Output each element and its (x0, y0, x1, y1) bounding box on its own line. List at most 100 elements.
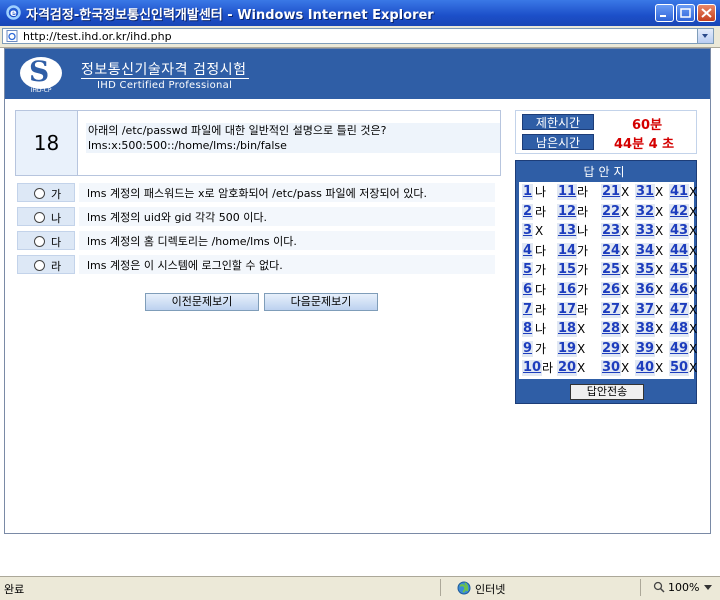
zoom-icon[interactable] (653, 581, 665, 593)
answer-cell[interactable]: 41 X (668, 183, 710, 202)
option-label[interactable]: 라 (17, 255, 75, 274)
answer-mark: 나 (577, 224, 589, 239)
option-row[interactable]: 다 lms 계정의 홈 디렉토리는 /home/lms 이다. (17, 231, 495, 250)
address-field[interactable]: http://test.ihd.or.kr/ihd.php (2, 28, 714, 44)
answer-question-link[interactable]: 1 (522, 184, 534, 200)
answer-question-link[interactable]: 6 (522, 282, 534, 298)
answer-cell[interactable]: 17 라 (556, 301, 598, 320)
answer-cell[interactable]: 14 가 (556, 242, 598, 261)
prev-question-button[interactable]: 이전문제보기 (145, 293, 259, 311)
maximize-button[interactable] (676, 4, 695, 22)
answer-question-link[interactable]: 38 (635, 321, 656, 338)
radio-button[interactable] (34, 188, 45, 199)
answer-question-link[interactable]: 33 (635, 223, 656, 240)
answer-question-link[interactable]: 47 (669, 301, 690, 318)
answer-cell[interactable]: 15 가 (556, 261, 598, 280)
answer-question-link[interactable]: 41 (669, 184, 690, 200)
answer-question-link[interactable]: 36 (635, 282, 656, 298)
answer-question-link[interactable]: 13 (557, 223, 578, 240)
answer-question-link[interactable]: 2 (522, 203, 534, 220)
url-text[interactable]: http://test.ihd.or.kr/ihd.php (23, 30, 172, 43)
zoom-level[interactable]: 100% (668, 581, 699, 594)
option-row[interactable]: 라 lms 계정은 이 시스템에 로그인할 수 없다. (17, 255, 495, 274)
answer-question-link[interactable]: 29 (601, 340, 622, 357)
answer-cell[interactable]: 19 X (556, 340, 598, 359)
answer-question-link[interactable]: 30 (601, 360, 622, 377)
answer-question-link[interactable]: 39 (635, 340, 656, 357)
answer-question-link[interactable]: 49 (669, 340, 690, 357)
answer-question-link[interactable]: 16 (557, 282, 578, 298)
answer-question-link[interactable]: 26 (601, 282, 622, 298)
answer-mark: X (689, 263, 698, 278)
option-label[interactable]: 나 (17, 207, 75, 226)
answer-question-link[interactable]: 17 (557, 301, 578, 318)
radio-button[interactable] (34, 260, 45, 271)
chevron-down-icon[interactable] (704, 585, 712, 591)
answer-question-link[interactable]: 11 (557, 184, 578, 200)
submit-answers-button[interactable]: 답안전송 (570, 384, 644, 400)
answer-question-link[interactable]: 4 (522, 242, 534, 259)
answer-question-link[interactable]: 24 (601, 242, 622, 259)
answer-question-link[interactable]: 43 (669, 223, 690, 240)
answer-question-link[interactable]: 18 (557, 321, 578, 338)
answer-cell[interactable]: 13 나 (556, 222, 598, 241)
answer-cell[interactable]: 50 X (668, 359, 710, 378)
answer-question-link[interactable]: 7 (522, 301, 534, 318)
radio-button[interactable] (34, 212, 45, 223)
minimize-button[interactable] (655, 4, 674, 22)
answer-question-link[interactable]: 19 (557, 340, 578, 357)
answer-cell[interactable]: 20 X (556, 359, 598, 378)
answer-cell[interactable]: 48 X (668, 320, 710, 339)
answer-cell[interactable]: 49 X (668, 340, 710, 359)
answer-question-link[interactable]: 34 (635, 242, 656, 259)
answer-question-link[interactable]: 14 (557, 242, 578, 259)
next-question-button[interactable]: 다음문제보기 (264, 293, 378, 311)
answer-question-link[interactable]: 31 (635, 184, 656, 200)
answer-cell[interactable]: 45 X (668, 261, 710, 280)
answer-question-link[interactable]: 25 (601, 262, 622, 279)
answer-question-link[interactable]: 3 (522, 223, 534, 240)
answer-question-link[interactable]: 10 (522, 360, 543, 377)
option-row[interactable]: 가 lms 계정의 패스워드는 x로 암호화되어 /etc/pass 파일에 저… (17, 183, 495, 202)
answer-cell[interactable]: 42 X (668, 203, 710, 222)
answer-question-link[interactable]: 15 (557, 262, 578, 279)
answer-question-link[interactable]: 45 (669, 262, 690, 279)
answer-question-link[interactable]: 40 (635, 360, 656, 377)
answer-question-link[interactable]: 20 (557, 360, 578, 377)
radio-button[interactable] (34, 236, 45, 247)
answer-question-link[interactable]: 37 (635, 301, 656, 318)
answer-cell[interactable]: 46 X (668, 281, 710, 300)
address-dropdown-button[interactable] (697, 29, 713, 43)
option-label[interactable]: 다 (17, 231, 75, 250)
answer-cell[interactable]: 44 X (668, 242, 710, 261)
answer-question-link[interactable]: 44 (669, 242, 690, 259)
answer-question-link[interactable]: 22 (601, 203, 622, 220)
answer-cell[interactable]: 16 가 (556, 281, 598, 300)
answer-cell[interactable]: 12 라 (556, 203, 598, 222)
answer-question-link[interactable]: 27 (601, 301, 622, 318)
answer-question-link[interactable]: 12 (557, 203, 578, 220)
answer-mark: X (689, 224, 698, 239)
answer-question-link[interactable]: 32 (635, 203, 656, 220)
answer-question-link[interactable]: 28 (601, 321, 622, 338)
answer-question-link[interactable]: 48 (669, 321, 690, 338)
answer-mark: 가 (577, 263, 589, 278)
window-title-bar[interactable]: e 자격검정-한국정보통신인력개발센터 - Windows Internet E… (0, 0, 720, 26)
answer-question-link[interactable]: 46 (669, 282, 690, 298)
answer-cell[interactable]: 11 라 (556, 183, 598, 202)
answer-question-link[interactable]: 50 (669, 360, 690, 377)
answer-question-link[interactable]: 9 (522, 340, 534, 357)
answer-question-link[interactable]: 23 (601, 223, 622, 240)
answer-cell[interactable]: 47 X (668, 301, 710, 320)
answer-question-link[interactable]: 8 (522, 321, 534, 338)
answer-cell[interactable]: 43 X (668, 222, 710, 241)
close-button[interactable] (697, 4, 716, 22)
security-zone-text[interactable]: 인터넷 (475, 581, 505, 597)
option-label[interactable]: 가 (17, 183, 75, 202)
answer-question-link[interactable]: 35 (635, 262, 656, 279)
answer-question-link[interactable]: 42 (669, 203, 690, 220)
answer-question-link[interactable]: 5 (522, 262, 534, 279)
answer-question-link[interactable]: 21 (601, 184, 622, 200)
option-row[interactable]: 나 lms 계정의 uid와 gid 각각 500 이다. (17, 207, 495, 226)
answer-cell[interactable]: 18 X (556, 320, 598, 339)
